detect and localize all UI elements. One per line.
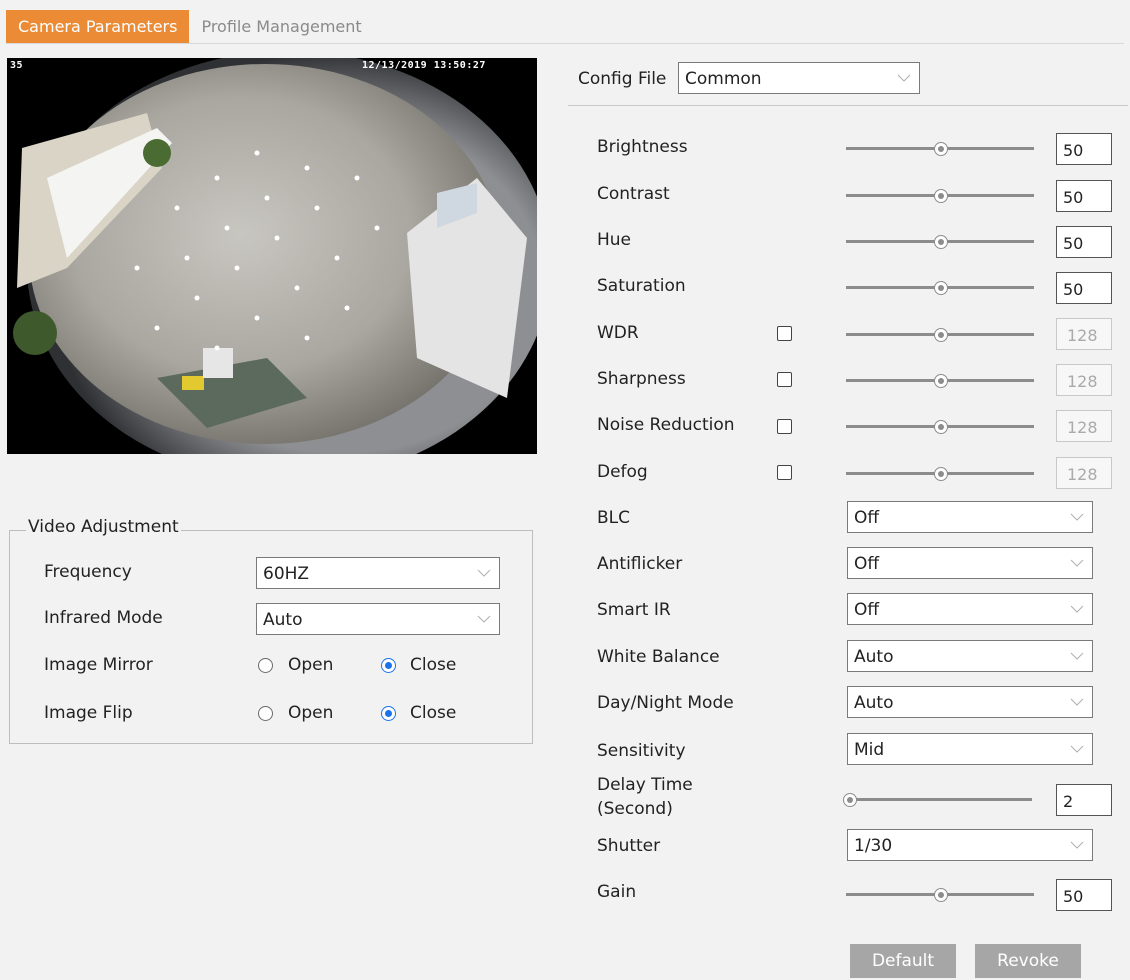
brightness-slider-thumb[interactable] [934, 142, 948, 156]
tab-camera-parameters[interactable]: Camera Parameters [6, 10, 190, 44]
delay-time-input[interactable]: 2 [1056, 784, 1112, 816]
gain-label: Gain [597, 882, 637, 902]
tab-divider [6, 43, 1124, 44]
chevron-down-icon [1070, 841, 1084, 849]
delay-time-slider-track[interactable] [844, 798, 1032, 801]
hue-input[interactable]: 50 [1056, 226, 1112, 258]
delay-time-slider-thumb[interactable] [843, 793, 857, 807]
contrast-input[interactable]: 50 [1056, 180, 1112, 212]
chevron-down-icon [1070, 745, 1084, 753]
video-preview: 35 12/13/2019 13:50:27 [7, 58, 537, 454]
video-adjustment-legend: Video Adjustment [26, 517, 181, 537]
revoke-button[interactable]: Revoke [975, 944, 1081, 978]
sensitivity-label: Sensitivity [597, 741, 686, 761]
antiflicker-select[interactable]: Off [847, 547, 1093, 579]
frequency-select[interactable]: 60HZ [256, 557, 500, 589]
defog-checkbox[interactable] [777, 465, 792, 480]
frequency-label: Frequency [44, 562, 132, 582]
saturation-slider-thumb[interactable] [934, 281, 948, 295]
shutter-select[interactable]: 1/30 [847, 829, 1093, 861]
day-night-mode-value: Auto [854, 693, 894, 713]
default-button[interactable]: Default [850, 944, 956, 978]
defog-input[interactable]: 128 [1056, 457, 1112, 489]
fisheye-image [13, 58, 537, 454]
wdr-label: WDR [597, 323, 639, 343]
smart-ir-label: Smart IR [597, 600, 671, 620]
sharpness-input[interactable]: 128 [1056, 364, 1112, 396]
image-flip-close-radio[interactable] [381, 706, 396, 721]
smart-ir-value: Off [854, 600, 880, 620]
chevron-down-icon [1070, 652, 1084, 660]
sharpness-checkbox[interactable] [777, 372, 792, 387]
chevron-down-icon [1070, 605, 1084, 613]
infrared-mode-value: Auto [263, 610, 303, 630]
antiflicker-label: Antiflicker [597, 554, 683, 574]
white-balance-select[interactable]: Auto [847, 640, 1093, 672]
noise-reduction-slider-thumb[interactable] [934, 420, 948, 434]
osd-timestamp: 12/13/2019 13:50:27 [362, 60, 486, 71]
image-mirror-close-label: Close [410, 655, 457, 675]
day-night-mode-select[interactable]: Auto [847, 686, 1093, 718]
blc-value: Off [854, 508, 880, 528]
chevron-down-icon [1070, 698, 1084, 706]
image-mirror-close-radio[interactable] [381, 658, 396, 673]
saturation-label: Saturation [597, 276, 686, 296]
chevron-down-icon [897, 74, 911, 82]
chevron-down-icon [477, 569, 491, 577]
blc-select[interactable]: Off [847, 501, 1093, 533]
config-file-label: Config File [578, 69, 667, 89]
infrared-mode-label: Infrared Mode [44, 608, 163, 628]
noise-reduction-label: Noise Reduction [597, 415, 735, 435]
image-mirror-open-radio[interactable] [258, 658, 273, 673]
image-flip-label: Image Flip [44, 703, 133, 723]
saturation-input[interactable]: 50 [1056, 272, 1112, 304]
noise-reduction-checkbox[interactable] [777, 419, 792, 434]
chevron-down-icon [1070, 513, 1084, 521]
tab-bar: Camera Parameters Profile Management [6, 10, 374, 44]
sensitivity-value: Mid [854, 740, 885, 760]
frequency-value: 60HZ [263, 564, 310, 584]
config-divider [568, 105, 1128, 106]
image-mirror-open-label: Open [288, 655, 334, 675]
hue-slider-thumb[interactable] [934, 235, 948, 249]
wdr-checkbox[interactable] [777, 326, 792, 341]
white-balance-label: White Balance [597, 647, 720, 667]
chevron-down-icon [1070, 559, 1084, 567]
wdr-slider-thumb[interactable] [934, 328, 948, 342]
day-night-mode-label: Day/Night Mode [597, 693, 734, 713]
image-flip-open-label: Open [288, 703, 334, 723]
image-flip-close-label: Close [410, 703, 457, 723]
brightness-label: Brightness [597, 137, 688, 157]
white-balance-value: Auto [854, 647, 894, 667]
contrast-slider-thumb[interactable] [934, 189, 948, 203]
infrared-mode-select[interactable]: Auto [256, 603, 500, 635]
brightness-input[interactable]: 50 [1056, 133, 1112, 165]
gain-slider-thumb[interactable] [934, 888, 948, 902]
sensitivity-select[interactable]: Mid [847, 733, 1093, 765]
shutter-value: 1/30 [854, 836, 893, 856]
wdr-input[interactable]: 128 [1056, 318, 1112, 350]
hue-label: Hue [597, 230, 632, 250]
gain-input[interactable]: 50 [1056, 879, 1112, 911]
noise-reduction-input[interactable]: 128 [1056, 410, 1112, 442]
shutter-label: Shutter [597, 836, 661, 856]
delay-time-label: Delay Time [597, 775, 693, 795]
smart-ir-select[interactable]: Off [847, 593, 1093, 625]
osd-channel: 35 [10, 60, 24, 71]
sharpness-label: Sharpness [597, 369, 686, 389]
defog-label: Defog [597, 462, 648, 482]
tab-profile-management[interactable]: Profile Management [189, 10, 373, 44]
antiflicker-value: Off [854, 554, 880, 574]
delay-time-unit-label: (Second) [597, 799, 673, 819]
config-file-select[interactable]: Common [678, 62, 920, 94]
config-file-value: Common [685, 69, 762, 89]
blc-label: BLC [597, 508, 631, 528]
chevron-down-icon [477, 615, 491, 623]
defog-slider-thumb[interactable] [934, 467, 948, 481]
image-flip-open-radio[interactable] [258, 706, 273, 721]
image-mirror-label: Image Mirror [44, 655, 153, 675]
sharpness-slider-thumb[interactable] [934, 374, 948, 388]
contrast-label: Contrast [597, 184, 670, 204]
